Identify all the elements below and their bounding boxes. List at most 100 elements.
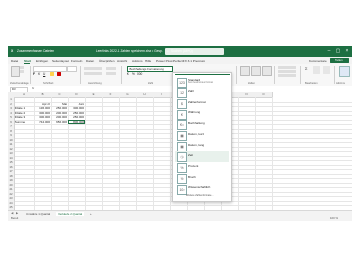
format-option-label: Buchhaltung [188,121,205,126]
number-format-option[interactable]: € Währung [175,108,229,120]
insert-cells-icon[interactable] [278,66,296,69]
search-placeholder: Suchen (Alt+Q) [171,49,193,54]
format-option-label: Zahl [188,89,194,94]
thousands-icon[interactable]: 000 [137,72,142,76]
ribbon-group-label: Add-Ins [336,82,345,85]
menu-item[interactable]: Einfügen [36,59,48,63]
column-header[interactable]: A [14,92,35,98]
menu-item[interactable]: Formeln [71,59,82,63]
column-header[interactable]: N [238,92,256,98]
copy-icon[interactable] [20,70,24,73]
menu-item[interactable]: Ansicht [117,59,127,63]
ribbon-group-label: Zellen [248,82,256,85]
format-option-label: Datum, lang [188,142,205,147]
number-format-dropdown: 123 Standard Kein bestimmtes Format 12 Zahl $… [172,72,232,202]
number-format-option[interactable]: ▦ Datum, kurz [175,130,229,141]
autosum-icon[interactable]: Σ [305,67,307,71]
menu-item[interactable]: Daten [86,59,94,63]
percent-icon[interactable]: % [132,72,135,76]
number-format-option[interactable]: $ Zahlenformat [175,97,229,109]
ribbon-group-label: Schriftart [43,82,54,85]
menu-item[interactable]: Datei [11,59,18,63]
format-option-icon: 10² [177,184,187,195]
menu-item[interactable]: Add-ins [132,59,143,63]
maximize-icon[interactable]: ▢ [335,48,341,54]
font-color-icon[interactable] [57,72,61,76]
scroll-left-icon[interactable]: ◀ [11,211,13,215]
more-number-formats-link[interactable]: Weitere Zahlenformate... [186,194,213,197]
table-cell[interactable]: 656.000 [51,120,67,125]
add-ins-icon[interactable] [339,66,350,77]
number-format-option[interactable]: ½ Bruch [175,172,229,184]
format-option-label: Datum, kurz [188,131,205,136]
delete-cells-icon[interactable] [278,70,296,73]
scroll-right-icon[interactable]: ▶ [16,211,18,215]
search-box[interactable]: ⌕ Suchen (Alt+Q) [165,48,224,55]
column-header[interactable]: I [153,92,171,98]
document-title: Leerlinks 2022-1 Zahlen speichern.xlsx •… [96,49,163,53]
number-format-option[interactable]: 123 Standard Kein bestimmtes Format [175,76,229,88]
align-left-icon[interactable] [84,72,102,75]
menu-item[interactable]: Überprüfen [99,59,114,63]
menu-item[interactable]: Seitenlayout [52,59,69,63]
table-cell[interactable]: 744.000 [34,120,50,125]
column-header[interactable]: C [51,92,69,98]
number-format-option[interactable]: 10² Wissenschaftlich [175,183,229,195]
cell-styles-icon[interactable] [262,66,272,76]
format-option-label: Zahlenformat [188,99,206,104]
find-select-icon[interactable] [323,66,330,74]
share-label: Teilen [335,57,343,62]
menu-item[interactable]: Power Pivot [156,59,173,63]
column-header[interactable]: D [68,92,86,98]
menu-item[interactable]: PerfectFX 3.1 Premium [173,59,205,63]
sort-filter-icon[interactable] [313,66,320,74]
format-cells-icon[interactable] [278,74,296,77]
format-option-label: Zeit [188,153,194,158]
column-header[interactable]: E [85,92,103,98]
ribbon-group-label: Zahl [148,82,154,85]
number-format-option[interactable]: % Prozent [175,162,229,174]
column-header[interactable]: G [119,92,137,98]
number-format-option[interactable]: ◷ Zeit [175,150,229,163]
number-format-option[interactable]: €= Buchhaltung [175,119,229,131]
bold-icon[interactable]: F [33,72,35,76]
format-option-label: Prozent [188,163,199,168]
comments-button[interactable]: Kommentare [309,59,327,63]
underline-icon[interactable]: U [43,72,45,76]
conditional-format-icon[interactable] [240,66,250,76]
column-header[interactable]: B [34,92,52,98]
name-box-value: D3 [12,87,16,92]
excel-logo-icon: X [11,48,14,53]
font-size-select[interactable] [67,66,77,72]
fill-color-icon[interactable] [50,72,54,76]
number-format-option[interactable]: 12 Zahl [175,87,229,99]
number-format-option[interactable]: ▦ Datum, lang [175,140,229,152]
menu-item[interactable]: Hilfe [145,59,151,63]
cell-selection [68,119,85,124]
share-button[interactable]: Teilen [330,57,349,63]
column-header[interactable]: H [136,92,154,98]
italic-icon[interactable]: K [38,72,40,76]
search-icon: ⌕ [167,49,169,53]
status-text: Bereit [11,216,19,220]
close-icon[interactable]: × [344,48,350,54]
format-table-icon[interactable] [251,66,261,76]
align-top-icon[interactable] [84,67,102,70]
app-title: Zusammenfassen Dateien [17,49,55,53]
currency-icon[interactable]: € [127,72,129,76]
ribbon-tabs: Datei Start Einfügen Seitenlayout Formeln Dat… [8,57,352,64]
number-format-value: Buchhaltungs Formatierung [129,66,164,71]
status-bar: Bereit 100 % [8,216,352,221]
minimize-icon[interactable]: – [326,48,332,54]
column-header[interactable]: F [102,92,120,98]
paste-icon[interactable] [11,66,20,77]
column-header[interactable]: O [255,92,273,98]
table-cell[interactable]: Summe [15,120,34,125]
fx-icon[interactable]: fx [32,87,34,90]
cut-icon[interactable] [20,66,24,69]
merge-cells-icon[interactable] [106,72,116,75]
ribbon-group-label: Bearbeiten [305,82,318,85]
format-option-label: Wissenschaftlich [188,185,211,190]
wrap-text-icon[interactable] [106,67,116,70]
zoom-level: 100 % [330,216,338,220]
